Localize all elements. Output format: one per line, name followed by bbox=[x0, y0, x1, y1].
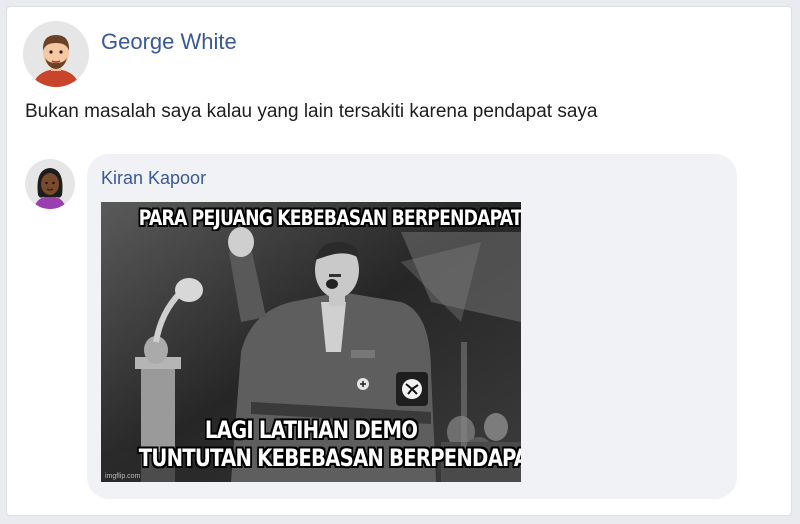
meme-top-text: PARA PEJUANG KEBEBASAN BERPENDAPAT bbox=[138, 206, 521, 230]
meme-bottom-text-line2: TUNTUTAN KEBEBASAN BERPENDAPAT bbox=[138, 444, 521, 472]
comment-author-name[interactable]: Kiran Kapoor bbox=[101, 168, 206, 189]
comment-meme-image[interactable]: PARA PEJUANG KEBEBASAN BERPENDAPAT LAGI … bbox=[101, 202, 521, 482]
commenter-avatar[interactable] bbox=[25, 159, 75, 209]
female-avatar-icon bbox=[25, 159, 75, 209]
author-avatar[interactable] bbox=[23, 21, 89, 87]
male-avatar-icon bbox=[23, 21, 89, 87]
post-author-name[interactable]: George White bbox=[101, 29, 237, 55]
post-text: Bukan masalah saya kalau yang lain tersa… bbox=[25, 101, 598, 122]
comment-bubble: Kiran Kapoor PARA PEJUANG KEBEBASAN BERP… bbox=[87, 154, 737, 499]
meme-watermark: imgflip.com bbox=[105, 473, 141, 480]
post-card: George White Bukan masalah saya kalau ya… bbox=[6, 6, 792, 516]
meme-bottom-text-line1: LAGI LATIHAN DEMO bbox=[204, 416, 418, 444]
